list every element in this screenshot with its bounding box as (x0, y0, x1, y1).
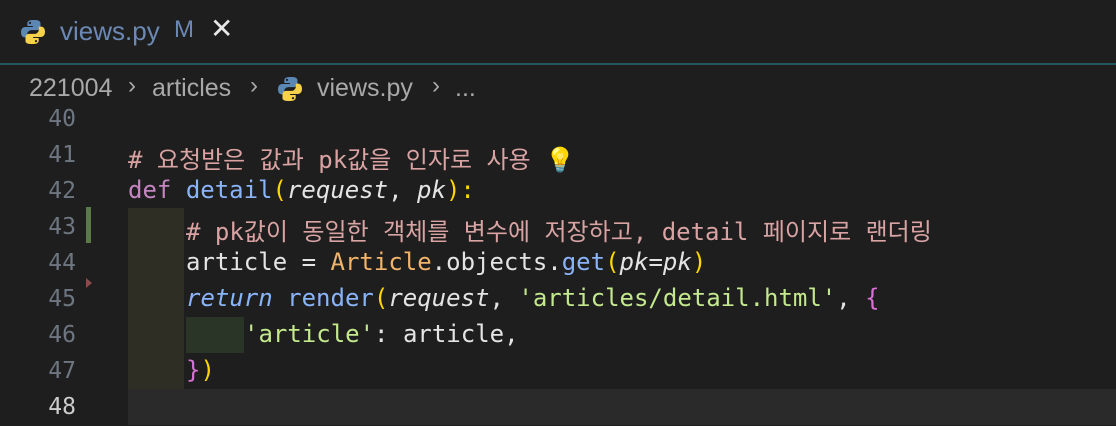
code-editor[interactable]: 40 41 # 요청받은 값과 pk값을 인자로 사용 💡 42 def det… (0, 102, 1116, 425)
breadcrumb-folder-articles[interactable]: articles (152, 74, 231, 103)
line-number: 44 (48, 250, 76, 276)
string-literal: 'articles/detail.html' (518, 284, 837, 312)
code-line-45: 45 return render(request, 'articles/deta… (0, 282, 1116, 318)
keyword: return (186, 284, 273, 312)
code-text: def detail(request, pk): (128, 176, 475, 204)
comment: # 요청받은 값과 pk값을 인자로 사용 (128, 146, 531, 174)
chevron-right-icon: › (250, 72, 258, 99)
param: pk (417, 176, 446, 204)
code-text: # pk값이 동일한 객체를 변수에 저장하고, detail 페이지로 랜더링 (186, 212, 932, 247)
code-text: }) (186, 356, 215, 384)
line-number: 46 (48, 322, 76, 348)
code-text: return render(request, 'articles/detail.… (186, 284, 880, 312)
code-text: # 요청받은 값과 pk값을 인자로 사용 💡 (128, 140, 575, 175)
chevron-right-icon: › (432, 72, 440, 99)
breadcrumb-folder-221004[interactable]: 221004 (29, 74, 112, 103)
line-number: 45 (48, 286, 76, 312)
code-text: article = Article.objects.get(pk=pk) (186, 248, 707, 276)
breadcrumb-file-views-py[interactable]: views.py (317, 74, 413, 103)
line-number: 42 (48, 178, 76, 204)
keyword: def (128, 176, 172, 204)
close-icon[interactable]: ✕ (210, 14, 233, 44)
code-line-43: 43 # pk값이 동일한 객체를 변수에 저장하고, detail 페이지로 … (0, 210, 1116, 246)
python-icon (21, 20, 45, 44)
line-number: 41 (48, 142, 76, 168)
chevron-right-icon: › (128, 72, 136, 99)
tab-views-py[interactable]: views.py M ✕ (0, 0, 250, 64)
lightbulb-icon[interactable]: 💡 (545, 146, 575, 174)
code-text: 'article': article, (244, 320, 519, 348)
code-line-40: 40 (0, 102, 1116, 138)
line-number: 47 (48, 358, 76, 384)
class-name: Article (330, 248, 432, 276)
code-line-47: 47 }) (0, 354, 1116, 390)
function-name: detail (185, 176, 273, 204)
tab-bar: views.py M ✕ (0, 0, 1116, 65)
tab-bar-border (0, 63, 1116, 65)
breadcrumb-symbol-ellipsis[interactable]: ... (455, 74, 476, 103)
modified-badge: M (174, 16, 194, 43)
code-line-42: 42 def detail(request, pk): (0, 174, 1116, 210)
code-line-46: 46 'article': article, (0, 318, 1116, 354)
code-line-41: 41 # 요청받은 값과 pk값을 인자로 사용 💡 (0, 138, 1116, 174)
param: request (286, 176, 389, 204)
comment: # pk값이 동일한 객체를 변수에 저장하고, detail 페이지로 랜더링 (186, 218, 932, 246)
line-number: 40 (48, 106, 76, 132)
line-number: 48 (48, 394, 76, 420)
code-line-48: 48 (0, 390, 1116, 426)
tab-title: views.py (60, 16, 160, 46)
code-line-44: 44 article = Article.objects.get(pk=pk) (0, 246, 1116, 282)
python-icon (278, 77, 302, 101)
line-number: 43 (48, 214, 76, 240)
